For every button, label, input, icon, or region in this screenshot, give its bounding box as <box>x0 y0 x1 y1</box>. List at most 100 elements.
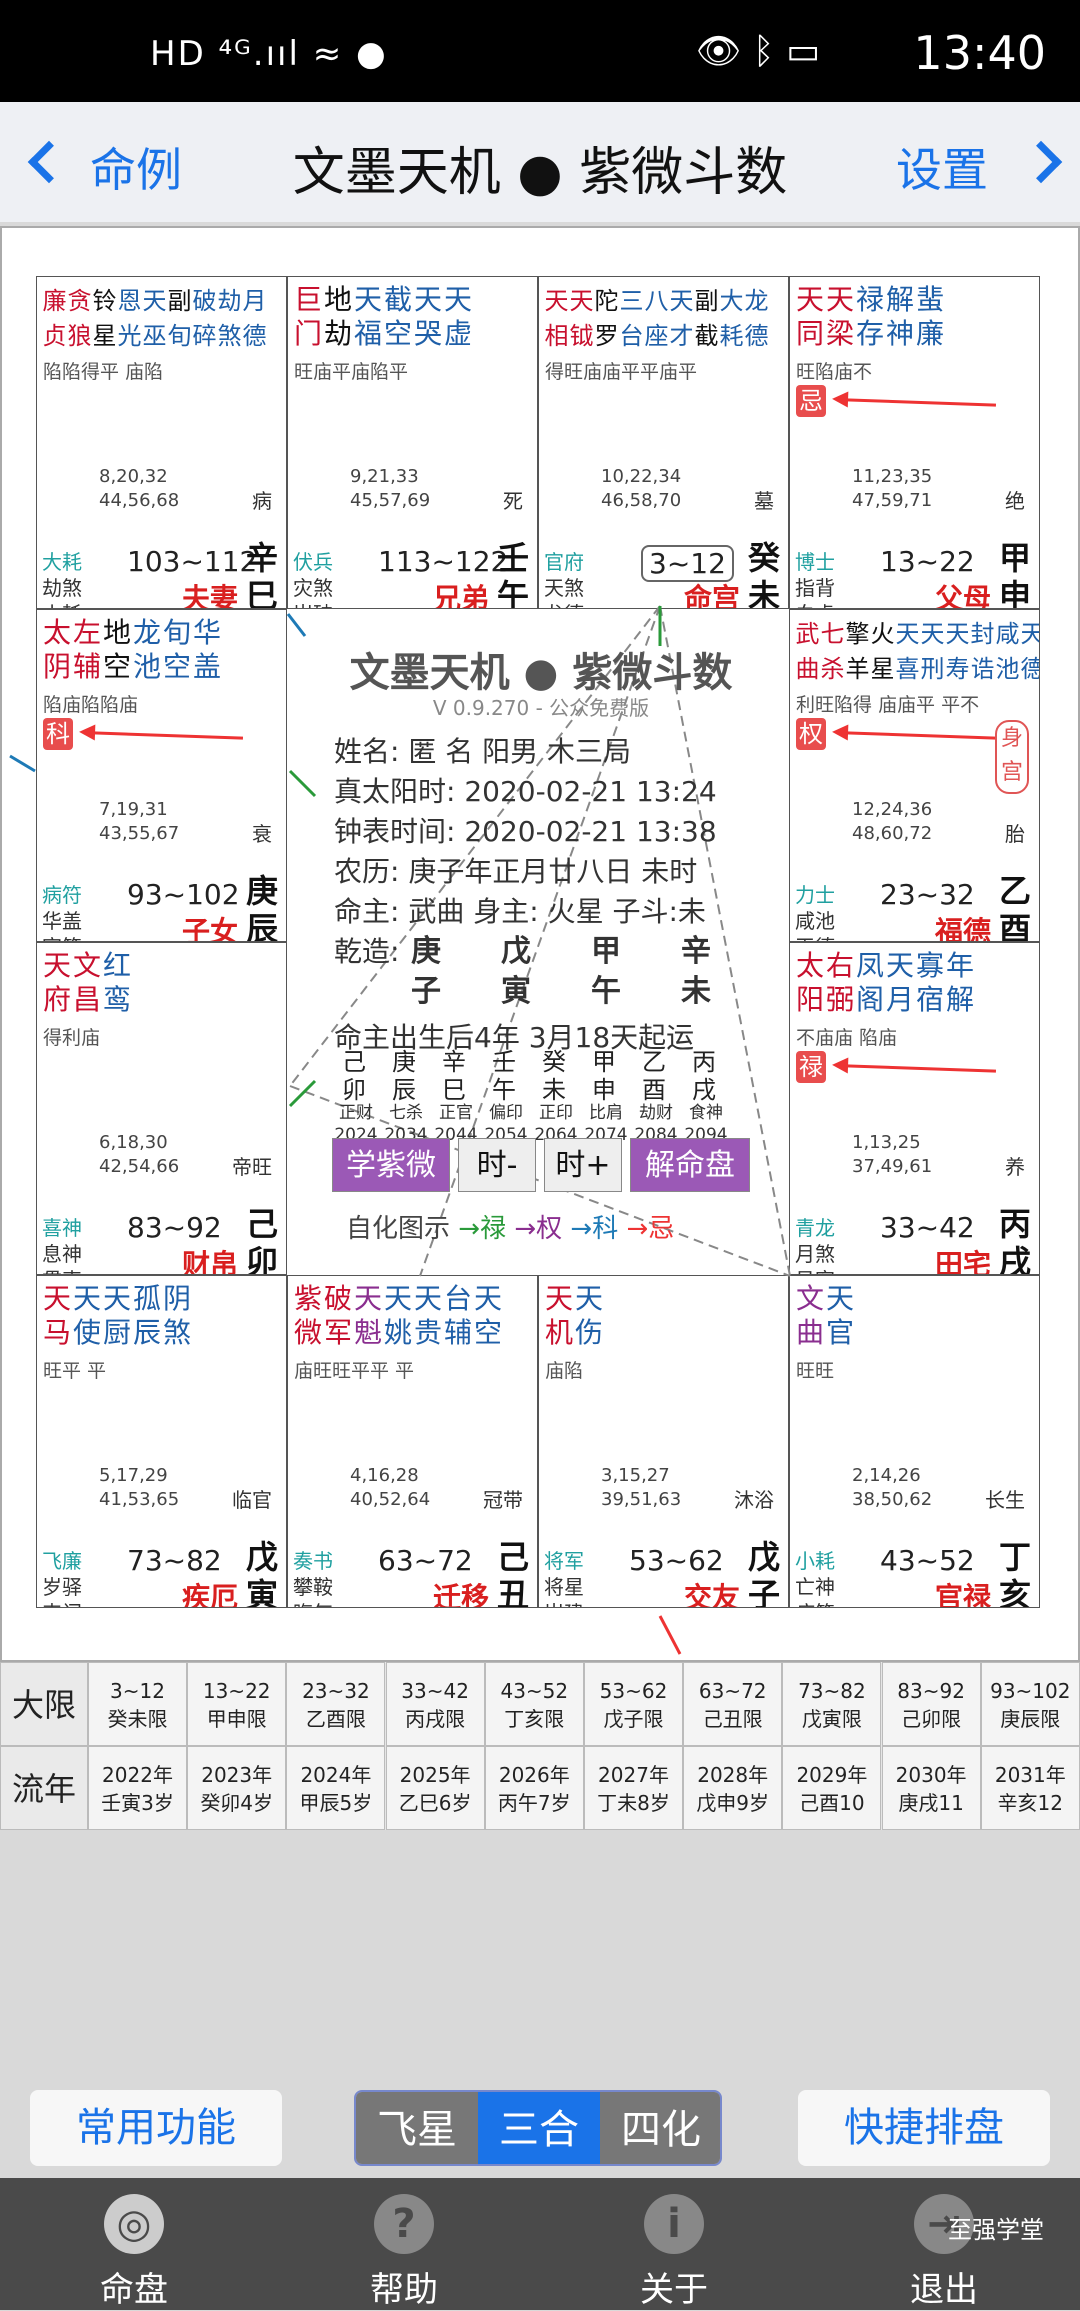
help-icon: ? <box>374 2194 434 2254</box>
status-bar: HD ⁴ᴳ.ııl ≈ ● 👁 ᛒ ▭ 13:40 <box>0 0 1080 102</box>
cell-line-2: 戊寅限 <box>801 1707 862 1731</box>
daxian-cell[interactable]: 33~42 丙戌限 <box>385 1662 485 1746</box>
liunian-cell[interactable]: 2027年 丁未8岁 <box>584 1746 683 1830</box>
liunian-cell[interactable]: 2031年 辛亥12 <box>980 1746 1080 1830</box>
liunian-row: 流年 2022年 壬寅3岁 2023年 癸卯4岁 2024年 甲辰5岁 2025年 乙巳6岁 2… <box>0 1746 1080 1830</box>
tab-label: 帮助 <box>370 2270 438 2310</box>
cell-line-2: 丁亥限 <box>504 1707 565 1731</box>
daxian-cell[interactable]: 83~92 己卯限 <box>881 1662 981 1746</box>
cell-line-2: 乙酉限 <box>305 1707 366 1731</box>
pillar-gan: 戊 <box>501 934 531 969</box>
daxian-cell[interactable]: 63~72 己丑限 <box>683 1662 783 1746</box>
cell-line-1: 13~22 <box>202 1679 271 1703</box>
tab-label: 命盘 <box>100 2270 168 2310</box>
liunian-header: 流年 <box>0 1746 88 1830</box>
dayun-gan: 乙 <box>642 1048 666 1076</box>
cell-line-1: 2029年 <box>796 1763 868 1787</box>
cell-line-2: 庚辰限 <box>1000 1707 1061 1731</box>
daxian-cell[interactable]: 53~62 戊子限 <box>584 1662 683 1746</box>
cell-line-2: 丙戌限 <box>405 1707 466 1731</box>
dayun-god: 劫财 <box>639 1103 673 1123</box>
dayun-god: 食神 <box>689 1103 723 1123</box>
legend-ke: →科 <box>570 1214 619 1244</box>
cell-line-2: 丁未8岁 <box>597 1791 670 1815</box>
version-text: V 0.9.270 - 公众免费版 <box>432 696 650 720</box>
cell-line-2: 辛亥12 <box>997 1791 1064 1815</box>
segment-sanhe[interactable]: 三合 <box>478 2092 600 2164</box>
status-right-icons: 👁 ᛒ ▭ <box>695 31 820 72</box>
dayun-gan: 庚 <box>392 1048 416 1076</box>
daxian-cell[interactable]: 43~52 丁亥限 <box>484 1662 584 1746</box>
liunian-cell[interactable]: 2028年 戊申9岁 <box>683 1746 783 1830</box>
liunian-cell[interactable]: 2022年 壬寅3岁 <box>88 1746 187 1830</box>
clock-time-line: 钟表时间: 2020-02-21 13:38 <box>334 815 717 848</box>
cell-line-1: 63~72 <box>698 1679 767 1703</box>
cell-line-1: 2022年 <box>102 1763 173 1787</box>
daxian-header: 大限 <box>0 1662 88 1746</box>
dayun-god: 七杀 <box>389 1103 423 1123</box>
daxian-cell[interactable]: 3~12 癸未限 <box>88 1662 187 1746</box>
cell-line-1: 23~32 <box>302 1679 370 1703</box>
dayun-god: 偏印 <box>489 1103 523 1123</box>
tab-help[interactable]: ? 帮助 <box>304 2178 504 2310</box>
dayun-zhi: 巳 <box>442 1076 466 1104</box>
pillar-gan: 甲 <box>591 934 621 969</box>
dayun-zhi: 辰 <box>392 1076 416 1104</box>
daxian-cell[interactable]: 23~32 乙酉限 <box>286 1662 386 1746</box>
legend-quan: →权 <box>514 1214 563 1244</box>
ming-line: 命主: 武曲 身主: 火星 子斗:未 <box>334 895 706 928</box>
common-functions-button[interactable]: 常用功能 <box>30 2090 282 2166</box>
cell-line-1: 2024年 <box>300 1763 372 1787</box>
dayun-god: 正财 <box>339 1103 373 1123</box>
cell-line-2: 己卯限 <box>901 1707 962 1731</box>
dayun-god: 正官 <box>439 1103 473 1123</box>
cell-line-1: 53~62 <box>599 1679 668 1703</box>
legend-label: 自化图示 <box>346 1214 451 1244</box>
cell-line-1: 73~82 <box>798 1679 866 1703</box>
liunian-cell[interactable]: 2025年 乙巳6岁 <box>385 1746 485 1830</box>
time-plus-button[interactable]: 时+ <box>544 1138 622 1192</box>
daxian-cell[interactable]: 93~102 庚辰限 <box>980 1662 1080 1746</box>
lunar-line: 农历: 庚子年正月廿八日 未时 <box>334 855 698 888</box>
cell-line-1: 93~102 <box>990 1679 1071 1703</box>
liunian-cell[interactable]: 2026年 丙午7岁 <box>484 1746 584 1830</box>
quick-chart-button[interactable]: 快捷排盘 <box>798 2090 1050 2166</box>
liunian-cell[interactable]: 2023年癸卯4岁 <box>187 1746 287 1830</box>
view-segment: 飞星 三合 四化 <box>354 2090 722 2166</box>
tab-about[interactable]: i 关于 <box>574 2178 774 2310</box>
tab-label: 退出 <box>910 2270 978 2310</box>
daxian-cell[interactable]: 13~22 甲申限 <box>187 1662 287 1746</box>
legend-lu: →禄 <box>458 1214 507 1244</box>
status-time: 13:40 <box>913 26 1046 80</box>
tab-label: 关于 <box>640 2270 708 2310</box>
pillar-zhi: 寅 <box>501 974 531 1009</box>
cell-line-2: 己酉10 <box>799 1791 865 1815</box>
tab-chart[interactable]: ◎ 命盘 <box>34 2178 234 2310</box>
cell-line-2: 癸卯4岁 <box>200 1791 274 1815</box>
time-minus-button[interactable]: 时- <box>458 1138 536 1192</box>
cell-line-1: 2023年 <box>201 1763 273 1787</box>
learn-ziwei-button[interactable]: 学紫微 <box>332 1138 450 1192</box>
segment-feixing[interactable]: 飞星 <box>356 2092 478 2164</box>
dayun-gan: 癸 <box>542 1048 566 1076</box>
cell-line-2: 癸未限 <box>107 1707 168 1731</box>
daxian-cell[interactable]: 73~82 戊寅限 <box>782 1662 882 1746</box>
cell-line-1: 2028年 <box>697 1763 769 1787</box>
sihua-legend: 自化图示 →禄 →权 →科 →忌 <box>346 1208 674 1245</box>
settings-button[interactable]: 设置 <box>896 134 988 200</box>
read-chart-button[interactable]: 解命盘 <box>630 1138 750 1192</box>
watermark-text: 至强学堂 <box>948 2216 1044 2244</box>
name-line: 姓名: 匿 名 阳男 木三局 <box>334 735 632 768</box>
cell-line-1: 43~52 <box>500 1679 569 1703</box>
center-info: 文墨天机 ● 紫微斗数 V 0.9.270 - 公众免费版 姓名: 匿 名 阳男… <box>286 608 796 1268</box>
pillar-zhi: 未 <box>681 974 711 1009</box>
cell-line-2: 己丑限 <box>702 1707 763 1731</box>
liunian-cell[interactable]: 2029年己酉10 <box>782 1746 882 1830</box>
liunian-cell[interactable]: 2024年 甲辰5岁 <box>286 1746 386 1830</box>
cell-line-2: 丙午7岁 <box>497 1791 571 1815</box>
cell-line-2: 戊子限 <box>603 1707 664 1731</box>
liunian-cell[interactable]: 2030年 庚戌11 <box>881 1746 981 1830</box>
dayun-zhi: 未 <box>542 1076 566 1104</box>
pillar-gan: 辛 <box>681 934 711 969</box>
segment-sihua[interactable]: 四化 <box>600 2092 720 2164</box>
